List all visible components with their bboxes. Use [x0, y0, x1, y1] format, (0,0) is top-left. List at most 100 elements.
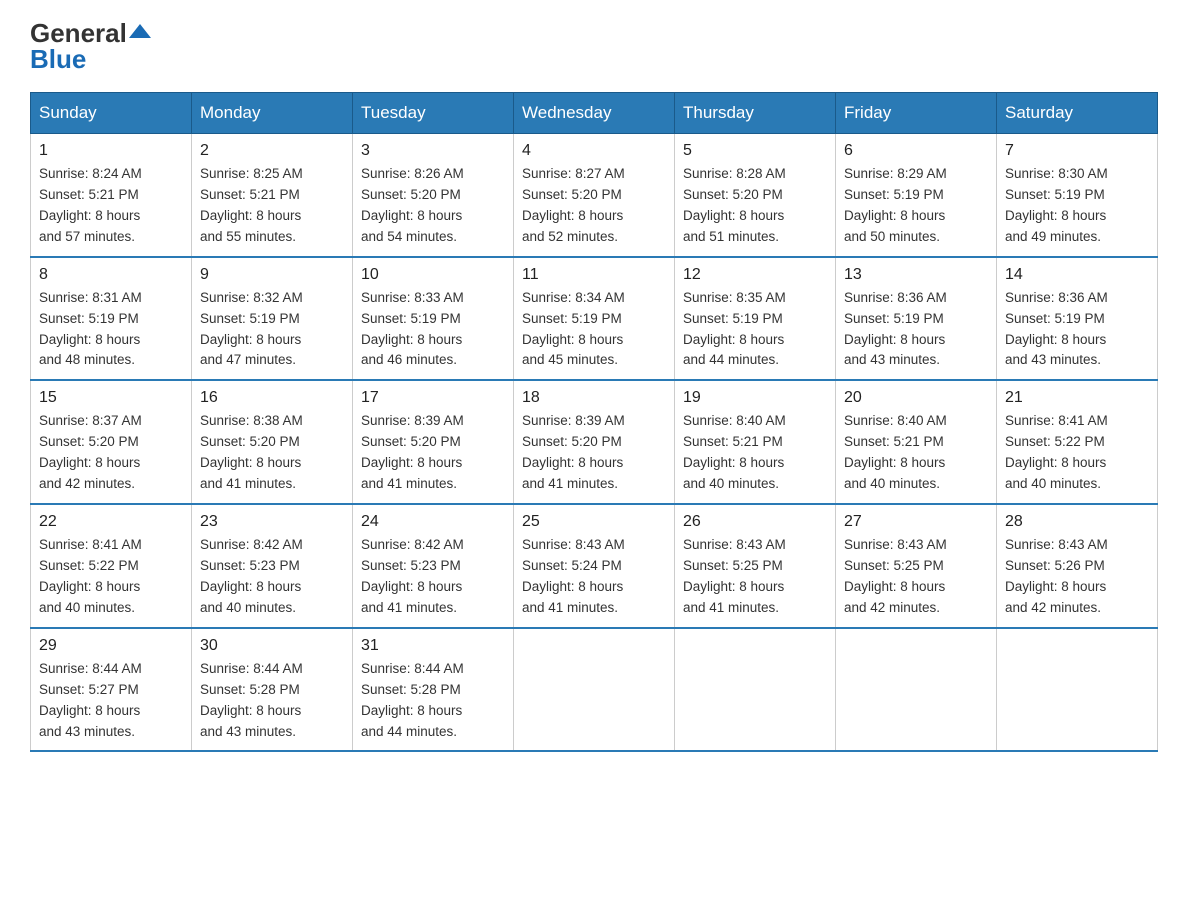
calendar-cell: 10Sunrise: 8:33 AMSunset: 5:19 PMDayligh…: [353, 257, 514, 381]
day-number: 5: [683, 142, 827, 160]
day-info: Sunrise: 8:24 AMSunset: 5:21 PMDaylight:…: [39, 164, 183, 248]
calendar-cell: 13Sunrise: 8:36 AMSunset: 5:19 PMDayligh…: [836, 257, 997, 381]
day-number: 1: [39, 142, 183, 160]
calendar-cell: 31 Sunrise: 8:44 AMSunset: 5:28 PMDayligh…: [353, 628, 514, 752]
logo: General Blue: [30, 20, 151, 72]
day-number: 20: [844, 389, 988, 407]
header-saturday: Saturday: [997, 93, 1158, 134]
calendar-header-row: SundayMondayTuesdayWednesdayThursdayFrid…: [31, 93, 1158, 134]
day-info: Sunrise: 8:39 AMSunset: 5:20 PMDaylight:…: [522, 411, 666, 495]
day-number: 15: [39, 389, 183, 407]
day-info: Sunrise: 8:43 AMSunset: 5:26 PMDaylight:…: [1005, 535, 1149, 619]
day-number: 2: [200, 142, 344, 160]
calendar-cell: 4 Sunrise: 8:27 AMSunset: 5:20 PMDaylight…: [514, 134, 675, 257]
day-info: Sunrise: 8:44 AMSunset: 5:27 PMDaylight:…: [39, 659, 183, 743]
calendar-cell: [836, 628, 997, 752]
calendar-cell: 20 Sunrise: 8:40 AMSunset: 5:21 PMDayligh…: [836, 380, 997, 504]
day-number: 25: [522, 513, 666, 531]
day-info: Sunrise: 8:30 AMSunset: 5:19 PMDaylight:…: [1005, 164, 1149, 248]
day-info: Sunrise: 8:37 AMSunset: 5:20 PMDaylight:…: [39, 411, 183, 495]
day-info: Sunrise: 8:26 AMSunset: 5:20 PMDaylight:…: [361, 164, 505, 248]
calendar-cell: 29 Sunrise: 8:44 AMSunset: 5:27 PMDayligh…: [31, 628, 192, 752]
calendar-cell: 30Sunrise: 8:44 AMSunset: 5:28 PMDayligh…: [192, 628, 353, 752]
day-info: Sunrise: 8:38 AMSunset: 5:20 PMDaylight:…: [200, 411, 344, 495]
calendar-cell: 16 Sunrise: 8:38 AMSunset: 5:20 PMDayligh…: [192, 380, 353, 504]
day-number: 13: [844, 266, 988, 284]
day-info: Sunrise: 8:31 AMSunset: 5:19 PMDaylight:…: [39, 288, 183, 372]
day-info: Sunrise: 8:32 AMSunset: 5:19 PMDaylight:…: [200, 288, 344, 372]
header-tuesday: Tuesday: [353, 93, 514, 134]
calendar-cell: 8 Sunrise: 8:31 AMSunset: 5:19 PMDaylight…: [31, 257, 192, 381]
day-info: Sunrise: 8:43 AMSunset: 5:25 PMDaylight:…: [683, 535, 827, 619]
day-info: Sunrise: 8:35 AMSunset: 5:19 PMDaylight:…: [683, 288, 827, 372]
day-number: 9: [200, 266, 344, 284]
day-info: Sunrise: 8:28 AMSunset: 5:20 PMDaylight:…: [683, 164, 827, 248]
calendar-week-5: 29 Sunrise: 8:44 AMSunset: 5:27 PMDayligh…: [31, 628, 1158, 752]
calendar-week-3: 15 Sunrise: 8:37 AMSunset: 5:20 PMDayligh…: [31, 380, 1158, 504]
calendar-cell: 22 Sunrise: 8:41 AMSunset: 5:22 PMDayligh…: [31, 504, 192, 628]
calendar-cell: 9 Sunrise: 8:32 AMSunset: 5:19 PMDaylight…: [192, 257, 353, 381]
day-number: 22: [39, 513, 183, 531]
day-number: 31: [361, 637, 505, 655]
day-number: 17: [361, 389, 505, 407]
day-info: Sunrise: 8:27 AMSunset: 5:20 PMDaylight:…: [522, 164, 666, 248]
calendar-cell: 6 Sunrise: 8:29 AMSunset: 5:19 PMDaylight…: [836, 134, 997, 257]
calendar-cell: 26 Sunrise: 8:43 AMSunset: 5:25 PMDayligh…: [675, 504, 836, 628]
day-number: 14: [1005, 266, 1149, 284]
calendar-cell: 17 Sunrise: 8:39 AMSunset: 5:20 PMDayligh…: [353, 380, 514, 504]
calendar-cell: [514, 628, 675, 752]
day-number: 19: [683, 389, 827, 407]
day-info: Sunrise: 8:39 AMSunset: 5:20 PMDaylight:…: [361, 411, 505, 495]
calendar-cell: 19 Sunrise: 8:40 AMSunset: 5:21 PMDayligh…: [675, 380, 836, 504]
calendar-cell: [997, 628, 1158, 752]
calendar-cell: 27Sunrise: 8:43 AMSunset: 5:25 PMDayligh…: [836, 504, 997, 628]
page-header: General Blue: [30, 20, 1158, 72]
day-info: Sunrise: 8:34 AMSunset: 5:19 PMDaylight:…: [522, 288, 666, 372]
day-info: Sunrise: 8:44 AMSunset: 5:28 PMDaylight:…: [361, 659, 505, 743]
day-number: 29: [39, 637, 183, 655]
day-number: 28: [1005, 513, 1149, 531]
calendar-week-4: 22 Sunrise: 8:41 AMSunset: 5:22 PMDayligh…: [31, 504, 1158, 628]
logo-general: General: [30, 20, 127, 46]
day-info: Sunrise: 8:42 AMSunset: 5:23 PMDaylight:…: [361, 535, 505, 619]
calendar-cell: [675, 628, 836, 752]
header-wednesday: Wednesday: [514, 93, 675, 134]
day-number: 26: [683, 513, 827, 531]
calendar-cell: 2 Sunrise: 8:25 AMSunset: 5:21 PMDaylight…: [192, 134, 353, 257]
day-info: Sunrise: 8:41 AMSunset: 5:22 PMDaylight:…: [1005, 411, 1149, 495]
calendar-cell: 25Sunrise: 8:43 AMSunset: 5:24 PMDayligh…: [514, 504, 675, 628]
calendar-cell: 28 Sunrise: 8:43 AMSunset: 5:26 PMDayligh…: [997, 504, 1158, 628]
calendar-week-1: 1 Sunrise: 8:24 AMSunset: 5:21 PMDaylight…: [31, 134, 1158, 257]
day-info: Sunrise: 8:36 AMSunset: 5:19 PMDaylight:…: [1005, 288, 1149, 372]
day-number: 16: [200, 389, 344, 407]
day-number: 7: [1005, 142, 1149, 160]
header-monday: Monday: [192, 93, 353, 134]
calendar-cell: 18Sunrise: 8:39 AMSunset: 5:20 PMDayligh…: [514, 380, 675, 504]
day-number: 4: [522, 142, 666, 160]
day-number: 6: [844, 142, 988, 160]
day-number: 11: [522, 266, 666, 284]
day-number: 21: [1005, 389, 1149, 407]
calendar-cell: 15 Sunrise: 8:37 AMSunset: 5:20 PMDayligh…: [31, 380, 192, 504]
calendar-cell: 14 Sunrise: 8:36 AMSunset: 5:19 PMDayligh…: [997, 257, 1158, 381]
calendar-table: SundayMondayTuesdayWednesdayThursdayFrid…: [30, 92, 1158, 752]
calendar-cell: 12 Sunrise: 8:35 AMSunset: 5:19 PMDayligh…: [675, 257, 836, 381]
day-number: 30: [200, 637, 344, 655]
day-info: Sunrise: 8:25 AMSunset: 5:21 PMDaylight:…: [200, 164, 344, 248]
day-number: 3: [361, 142, 505, 160]
calendar-cell: 11 Sunrise: 8:34 AMSunset: 5:19 PMDayligh…: [514, 257, 675, 381]
day-info: Sunrise: 8:41 AMSunset: 5:22 PMDaylight:…: [39, 535, 183, 619]
day-info: Sunrise: 8:29 AMSunset: 5:19 PMDaylight:…: [844, 164, 988, 248]
day-number: 24: [361, 513, 505, 531]
day-number: 10: [361, 266, 505, 284]
calendar-week-2: 8 Sunrise: 8:31 AMSunset: 5:19 PMDaylight…: [31, 257, 1158, 381]
day-info: Sunrise: 8:40 AMSunset: 5:21 PMDaylight:…: [683, 411, 827, 495]
day-number: 8: [39, 266, 183, 284]
day-info: Sunrise: 8:40 AMSunset: 5:21 PMDaylight:…: [844, 411, 988, 495]
header-sunday: Sunday: [31, 93, 192, 134]
calendar-cell: 3 Sunrise: 8:26 AMSunset: 5:20 PMDaylight…: [353, 134, 514, 257]
day-number: 12: [683, 266, 827, 284]
calendar-cell: 1 Sunrise: 8:24 AMSunset: 5:21 PMDaylight…: [31, 134, 192, 257]
calendar-cell: 5 Sunrise: 8:28 AMSunset: 5:20 PMDaylight…: [675, 134, 836, 257]
day-info: Sunrise: 8:42 AMSunset: 5:23 PMDaylight:…: [200, 535, 344, 619]
